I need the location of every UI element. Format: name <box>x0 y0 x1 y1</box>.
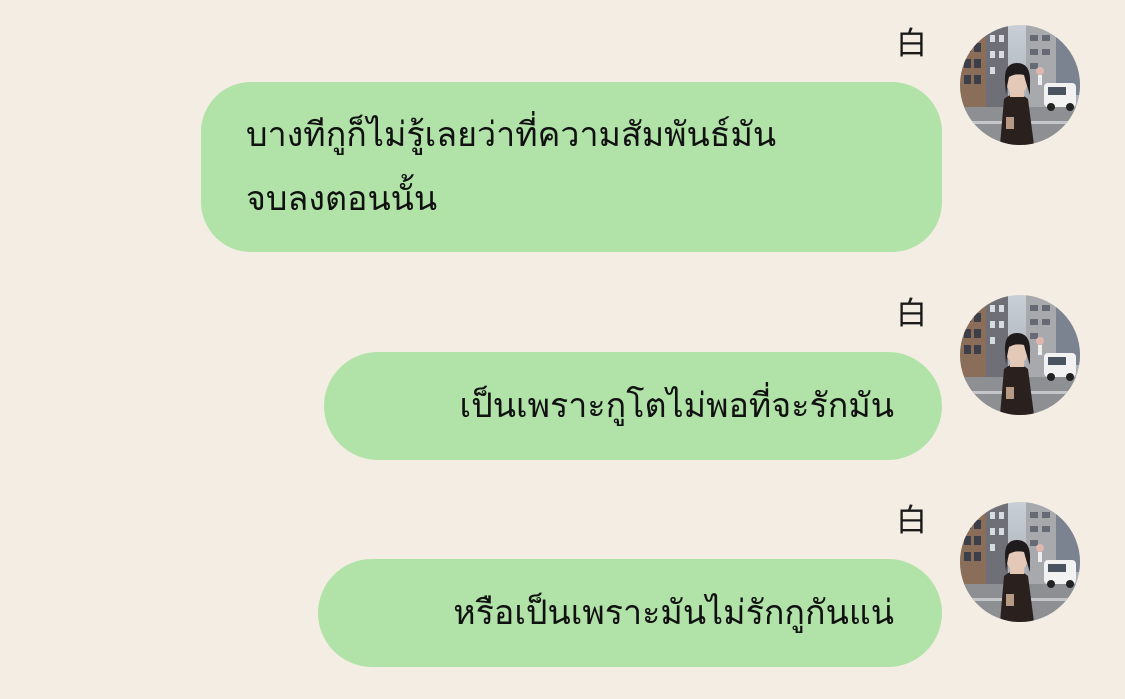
profile-photo-avatar-icon <box>960 502 1080 622</box>
message-bubble[interactable]: เป็นเพราะกูโตไม่พอที่จะรักมัน <box>324 352 942 460</box>
sender-avatar[interactable] <box>960 25 1080 145</box>
profile-photo-avatar-icon <box>960 25 1080 145</box>
message-bubble[interactable]: หรือเป็นเพราะมันไม่รักกูกันแน่ <box>318 559 942 667</box>
message-bubble[interactable]: บางทีกูก็ไม่รู้เลยว่าที่ความสัมพันธ์มัน … <box>201 82 942 252</box>
sender-avatar[interactable] <box>960 295 1080 415</box>
sender-name: 白 <box>896 296 927 332</box>
sender-avatar[interactable] <box>960 502 1080 622</box>
chat-thread: 白 บางทีกูก็ไม่รู้เลยว่าที่ความสัมพันธ์มั… <box>0 0 1125 699</box>
sender-name: 白 <box>896 503 927 539</box>
sender-name: 白 <box>896 26 927 62</box>
profile-photo-avatar-icon <box>960 295 1080 415</box>
